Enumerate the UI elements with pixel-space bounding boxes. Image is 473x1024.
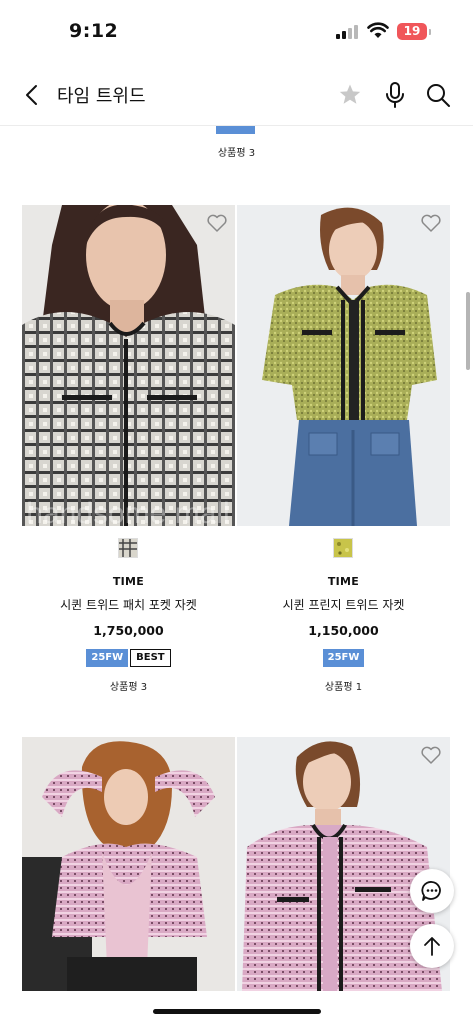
wishlist-heart-icon[interactable] [420,745,442,765]
wishlist-heart-icon[interactable] [206,213,228,233]
color-swatch[interactable] [118,538,138,558]
season-tag: 25FW [322,649,365,667]
season-tag: 25FW [86,649,129,667]
review-count: 상품평 3 [217,148,256,159]
back-icon[interactable] [16,80,46,110]
arrow-up-icon [424,937,440,956]
search-query-title[interactable]: 타임 트위드 [57,82,146,108]
status-time: 9:12 [69,20,119,42]
review-count[interactable]: 상품평 1 [237,678,450,693]
color-swatch[interactable] [333,538,353,558]
product-name[interactable]: 시퀸 트위드 패치 포켓 자켓 [22,596,235,613]
chat-button[interactable] [410,869,454,913]
status-bar: 9:12 19 [0,0,473,62]
search-icon[interactable] [423,80,453,110]
image-watermark: handsome mall [26,497,229,526]
home-indicator[interactable] [153,1009,321,1014]
brand-name: TIME [112,575,145,588]
best-tag: BEST [130,649,171,667]
battery-indicator: 19 [397,23,431,40]
review-count[interactable]: 상품평 3 [22,678,235,693]
product-name[interactable]: 시퀸 프린지 트위드 자켓 [237,596,450,613]
star-icon[interactable] [335,80,365,110]
season-tag [216,126,255,134]
wishlist-heart-icon[interactable] [420,213,442,233]
cellular-signal-icon [336,25,360,39]
microphone-icon[interactable] [380,80,410,110]
tag-list: 25FW BEST [22,649,235,667]
tag-list: 25FW [237,649,450,667]
wifi-icon [367,22,389,38]
scroll-top-button[interactable] [410,924,454,968]
search-header: 타임 트위드 [0,62,473,126]
product-price: 1,150,000 [308,623,379,638]
product-image[interactable] [22,737,235,991]
brand-name: TIME [327,575,360,588]
chat-icon [421,881,441,901]
product-price: 1,750,000 [93,623,164,638]
scrollbar[interactable] [466,292,470,370]
product-image[interactable]: handsome mall [22,205,235,526]
product-image[interactable] [237,205,450,526]
